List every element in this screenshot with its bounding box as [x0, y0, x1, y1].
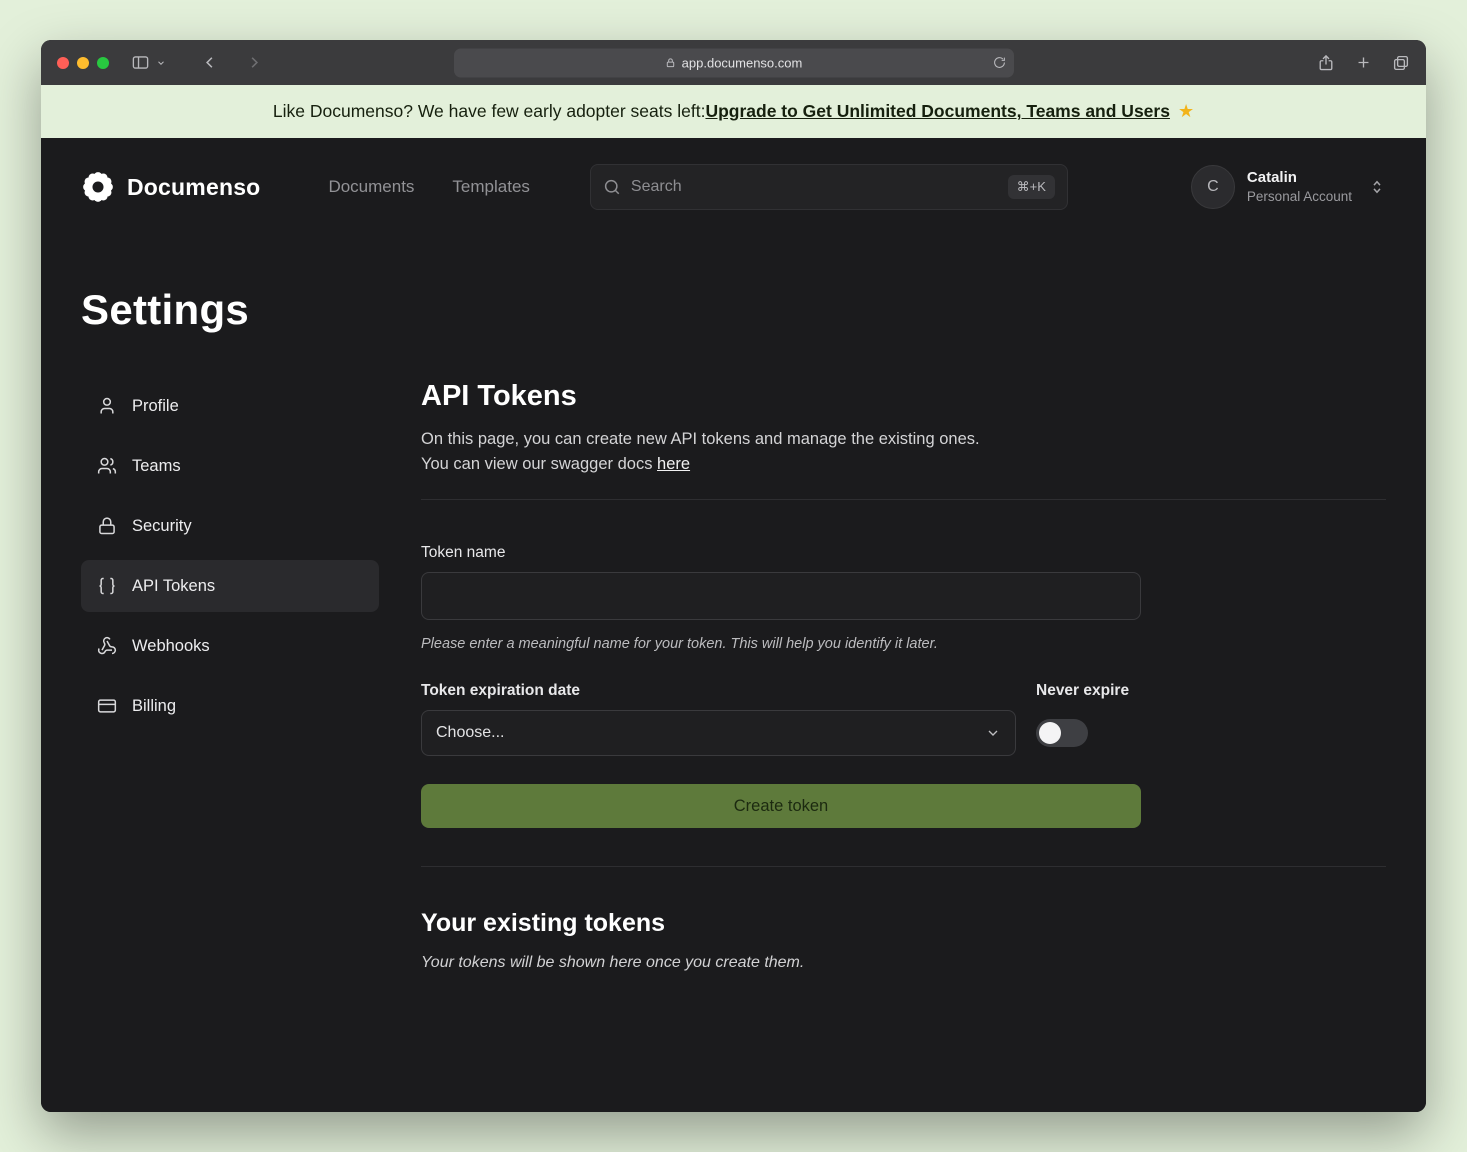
user-icon: [97, 396, 117, 416]
sidebar-item-label: API Tokens: [132, 577, 215, 596]
address-bar[interactable]: app.documenso.com: [454, 48, 1014, 77]
global-search[interactable]: ⌘+K: [590, 164, 1068, 210]
avatar: C: [1191, 165, 1235, 209]
search-shortcut-badge: ⌘+K: [1008, 175, 1055, 199]
create-token-button[interactable]: Create token: [421, 784, 1141, 828]
star-icon: ★: [1178, 101, 1194, 122]
description-line1: On this page, you can create new API tok…: [421, 430, 980, 448]
settings-sidebar: Profile Teams Security: [81, 380, 379, 732]
back-icon[interactable]: [200, 53, 219, 72]
page-title: Settings: [81, 286, 1386, 334]
browser-toolbar: app.documenso.com: [41, 40, 1426, 85]
swagger-docs-link[interactable]: here: [657, 455, 690, 473]
account-name: Catalin: [1247, 168, 1352, 188]
create-token-form: Token name Please enter a meaningful nam…: [421, 544, 1141, 828]
expiration-label: Token expiration date: [421, 682, 1016, 700]
close-window-button[interactable]: [57, 57, 69, 69]
url-text: app.documenso.com: [682, 55, 803, 70]
sidebar-item-profile[interactable]: Profile: [81, 380, 379, 432]
account-type: Personal Account: [1247, 188, 1352, 206]
upgrade-link[interactable]: Upgrade to Get Unlimited Documents, Team…: [705, 101, 1170, 122]
search-input[interactable]: [631, 178, 998, 196]
divider: [421, 499, 1386, 500]
documenso-app: Documenso Documents Templates ⌘+K C Cata…: [41, 138, 1426, 1112]
sidebar-item-billing[interactable]: Billing: [81, 680, 379, 732]
lock-icon: [97, 516, 117, 536]
existing-tokens-heading: Your existing tokens: [421, 909, 1386, 938]
token-name-help: Please enter a meaningful name for your …: [421, 636, 1141, 652]
sidebar-item-api-tokens[interactable]: API Tokens: [81, 560, 379, 612]
sidebar-item-label: Billing: [132, 697, 176, 716]
api-tokens-panel: API Tokens On this page, you can create …: [421, 380, 1386, 1012]
refresh-icon[interactable]: [993, 56, 1006, 69]
share-icon[interactable]: [1317, 54, 1335, 72]
account-menu[interactable]: C Catalin Personal Account: [1191, 165, 1386, 209]
description-line2: You can view our swagger docs: [421, 455, 657, 473]
toggle-knob: [1039, 722, 1061, 744]
lock-icon: [665, 57, 676, 68]
sidebar-chevron-down-icon[interactable]: [156, 58, 166, 68]
tabs-overview-icon[interactable]: [1392, 54, 1410, 72]
sidebar-item-label: Teams: [132, 457, 181, 476]
search-icon: [603, 178, 621, 196]
sidebar-item-webhooks[interactable]: Webhooks: [81, 620, 379, 672]
brand-home-link[interactable]: Documenso: [81, 170, 260, 204]
brand-name: Documenso: [127, 174, 260, 201]
upgrade-banner: Like Documenso? We have few early adopte…: [41, 85, 1426, 138]
sidebar-item-teams[interactable]: Teams: [81, 440, 379, 492]
avatar-initial: C: [1207, 178, 1219, 196]
sidebar-item-label: Profile: [132, 397, 179, 416]
chevron-down-icon: [985, 725, 1001, 741]
never-expire-label: Never expire: [1036, 682, 1129, 700]
sidebar-item-security[interactable]: Security: [81, 500, 379, 552]
sidebar-item-label: Security: [132, 517, 192, 536]
webhook-icon: [97, 636, 117, 656]
zoom-window-button[interactable]: [97, 57, 109, 69]
traffic-lights: [57, 57, 109, 69]
expiration-select[interactable]: Choose...: [421, 710, 1016, 756]
sidebar-item-label: Webhooks: [132, 637, 210, 656]
token-name-input[interactable]: [421, 572, 1141, 620]
divider: [421, 866, 1386, 867]
users-icon: [97, 456, 117, 476]
existing-tokens-empty-text: Your tokens will be shown here once you …: [421, 954, 1386, 972]
never-expire-toggle[interactable]: [1036, 719, 1088, 747]
main-nav: Documents Templates: [328, 177, 529, 197]
nav-documents[interactable]: Documents: [328, 177, 414, 197]
expiration-value: Choose...: [436, 724, 504, 742]
chevrons-up-down-icon: [1368, 178, 1386, 196]
forward-icon[interactable]: [245, 53, 264, 72]
browser-window: app.documenso.com Like Documenso? We hav…: [41, 40, 1426, 1112]
new-tab-icon[interactable]: [1355, 54, 1372, 71]
minimize-window-button[interactable]: [77, 57, 89, 69]
braces-icon: [97, 576, 117, 596]
section-heading: API Tokens: [421, 380, 1386, 413]
nav-templates[interactable]: Templates: [452, 177, 529, 197]
credit-card-icon: [97, 696, 117, 716]
app-header: Documenso Documents Templates ⌘+K C Cata…: [81, 138, 1386, 210]
token-name-label: Token name: [421, 544, 1141, 562]
banner-text: Like Documenso? We have few early adopte…: [273, 101, 706, 122]
section-description: On this page, you can create new API tok…: [421, 427, 1386, 477]
sidebar-toggle-icon[interactable]: [131, 53, 150, 72]
documenso-logo-icon: [81, 170, 115, 204]
